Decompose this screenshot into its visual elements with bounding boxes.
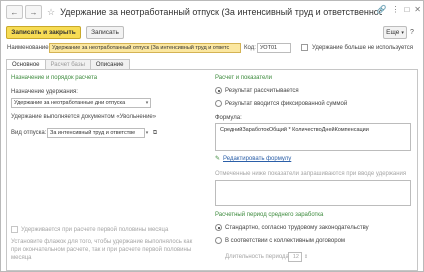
result-calculated-radio[interactable] <box>215 87 222 94</box>
more-button[interactable]: Еще ▾ <box>383 26 407 39</box>
first-half-hint: Установите флажок для того, чтобы удержа… <box>11 239 193 261</box>
close-icon[interactable]: ✕ <box>414 5 421 14</box>
save-button[interactable]: Записать <box>86 26 124 39</box>
title-bar: ← → ☆ Удержание за неотработанный отпуск… <box>1 1 423 23</box>
code-label: Код: <box>244 45 256 51</box>
period-agreement-radio[interactable] <box>215 237 222 244</box>
formula-field[interactable]: СреднийЗаработокОбщий * КоличествоДнейКо… <box>215 123 411 151</box>
chevron-down-icon[interactable]: ▾ <box>144 99 150 107</box>
vacation-input[interactable]: За интенсивный труд и ответстве <box>47 128 145 138</box>
arrow-left-icon: ← <box>10 7 19 17</box>
purpose-label: Назначение удержания: <box>11 89 78 95</box>
result-calculated-label: Результат рассчитывается <box>225 88 299 94</box>
duration-input[interactable]: 12 <box>288 252 302 262</box>
window-controls: 🔗 ⋮ □ ✕ <box>376 5 421 14</box>
unused-checkbox[interactable] <box>301 44 308 51</box>
maximize-icon[interactable]: □ <box>404 5 409 14</box>
first-half-label: Удерживается при расчете первой половины… <box>21 227 169 233</box>
tab-bar: Основное Расчет базы Описание <box>6 59 130 70</box>
help-button[interactable]: ? <box>407 26 417 39</box>
command-bar: Записать и закрыть Записать Еще ▾ ? <box>1 26 423 40</box>
result-fixed-label: Результат вводится фиксированной суммой <box>225 101 348 107</box>
more-label: Еще <box>386 29 400 36</box>
duration-label: Длительность периода: <box>225 254 291 260</box>
open-icon[interactable]: ⧉ <box>152 129 158 137</box>
first-half-checkbox[interactable] <box>11 226 18 233</box>
vacation-label: Вид отпуска: <box>11 130 47 136</box>
period-standard-label: Стандартно, согласно трудовому законодат… <box>225 225 369 231</box>
code-input[interactable]: УОТ01 <box>257 43 291 53</box>
save-and-close-button[interactable]: Записать и закрыть <box>6 26 81 39</box>
pencil-icon[interactable]: ✎ <box>215 155 220 162</box>
requested-label: Отмеченные ниже показатели запрашиваются… <box>215 171 407 177</box>
link-icon[interactable]: 🔗 <box>376 5 386 14</box>
arrow-right-icon: → <box>29 7 38 17</box>
window-title: Удержание за неотработанный отпуск (За и… <box>60 7 383 17</box>
period-standard-radio[interactable] <box>215 224 222 231</box>
form-window: ← → ☆ Удержание за неотработанный отпуск… <box>0 0 424 272</box>
purpose-select[interactable]: Удержание за неотработанные дни отпуска <box>11 98 151 108</box>
document-label: Удержание выполняется документом «Увольн… <box>11 114 157 120</box>
tab-base-calculation[interactable]: Расчет базы <box>44 59 91 69</box>
unused-label: Удержание больше не используется <box>312 45 414 51</box>
name-label: Наименование: <box>7 45 51 51</box>
forward-button[interactable]: → <box>25 5 42 19</box>
stepper-icon[interactable]: ⇕ <box>303 253 309 261</box>
chevron-down-icon: ▾ <box>401 29 404 36</box>
requested-indicators-list[interactable] <box>215 180 411 206</box>
formula-label: Формула: <box>215 115 242 121</box>
result-fixed-radio[interactable] <box>215 100 222 107</box>
period-group-title: Расчетный период среднего заработка <box>215 212 324 218</box>
formula-text: СреднийЗаработокОбщий * КоличествоДнейКо… <box>220 127 369 133</box>
name-input[interactable]: Удержание за неотработанный отпуск (За и… <box>49 43 241 53</box>
calc-group-title: Расчет и показатели <box>215 75 273 81</box>
purpose-group-title: Назначение и порядок расчета <box>11 75 98 81</box>
chevron-down-icon[interactable]: ▾ <box>144 129 150 137</box>
more-vertical-icon[interactable]: ⋮ <box>391 5 399 14</box>
tab-description[interactable]: Описание <box>89 59 130 69</box>
star-icon[interactable]: ☆ <box>47 7 55 18</box>
edit-formula-link[interactable]: Редактировать формулу <box>223 156 291 162</box>
period-agreement-label: В соответствии с коллективным договором <box>225 238 346 244</box>
back-button[interactable]: ← <box>6 5 23 19</box>
